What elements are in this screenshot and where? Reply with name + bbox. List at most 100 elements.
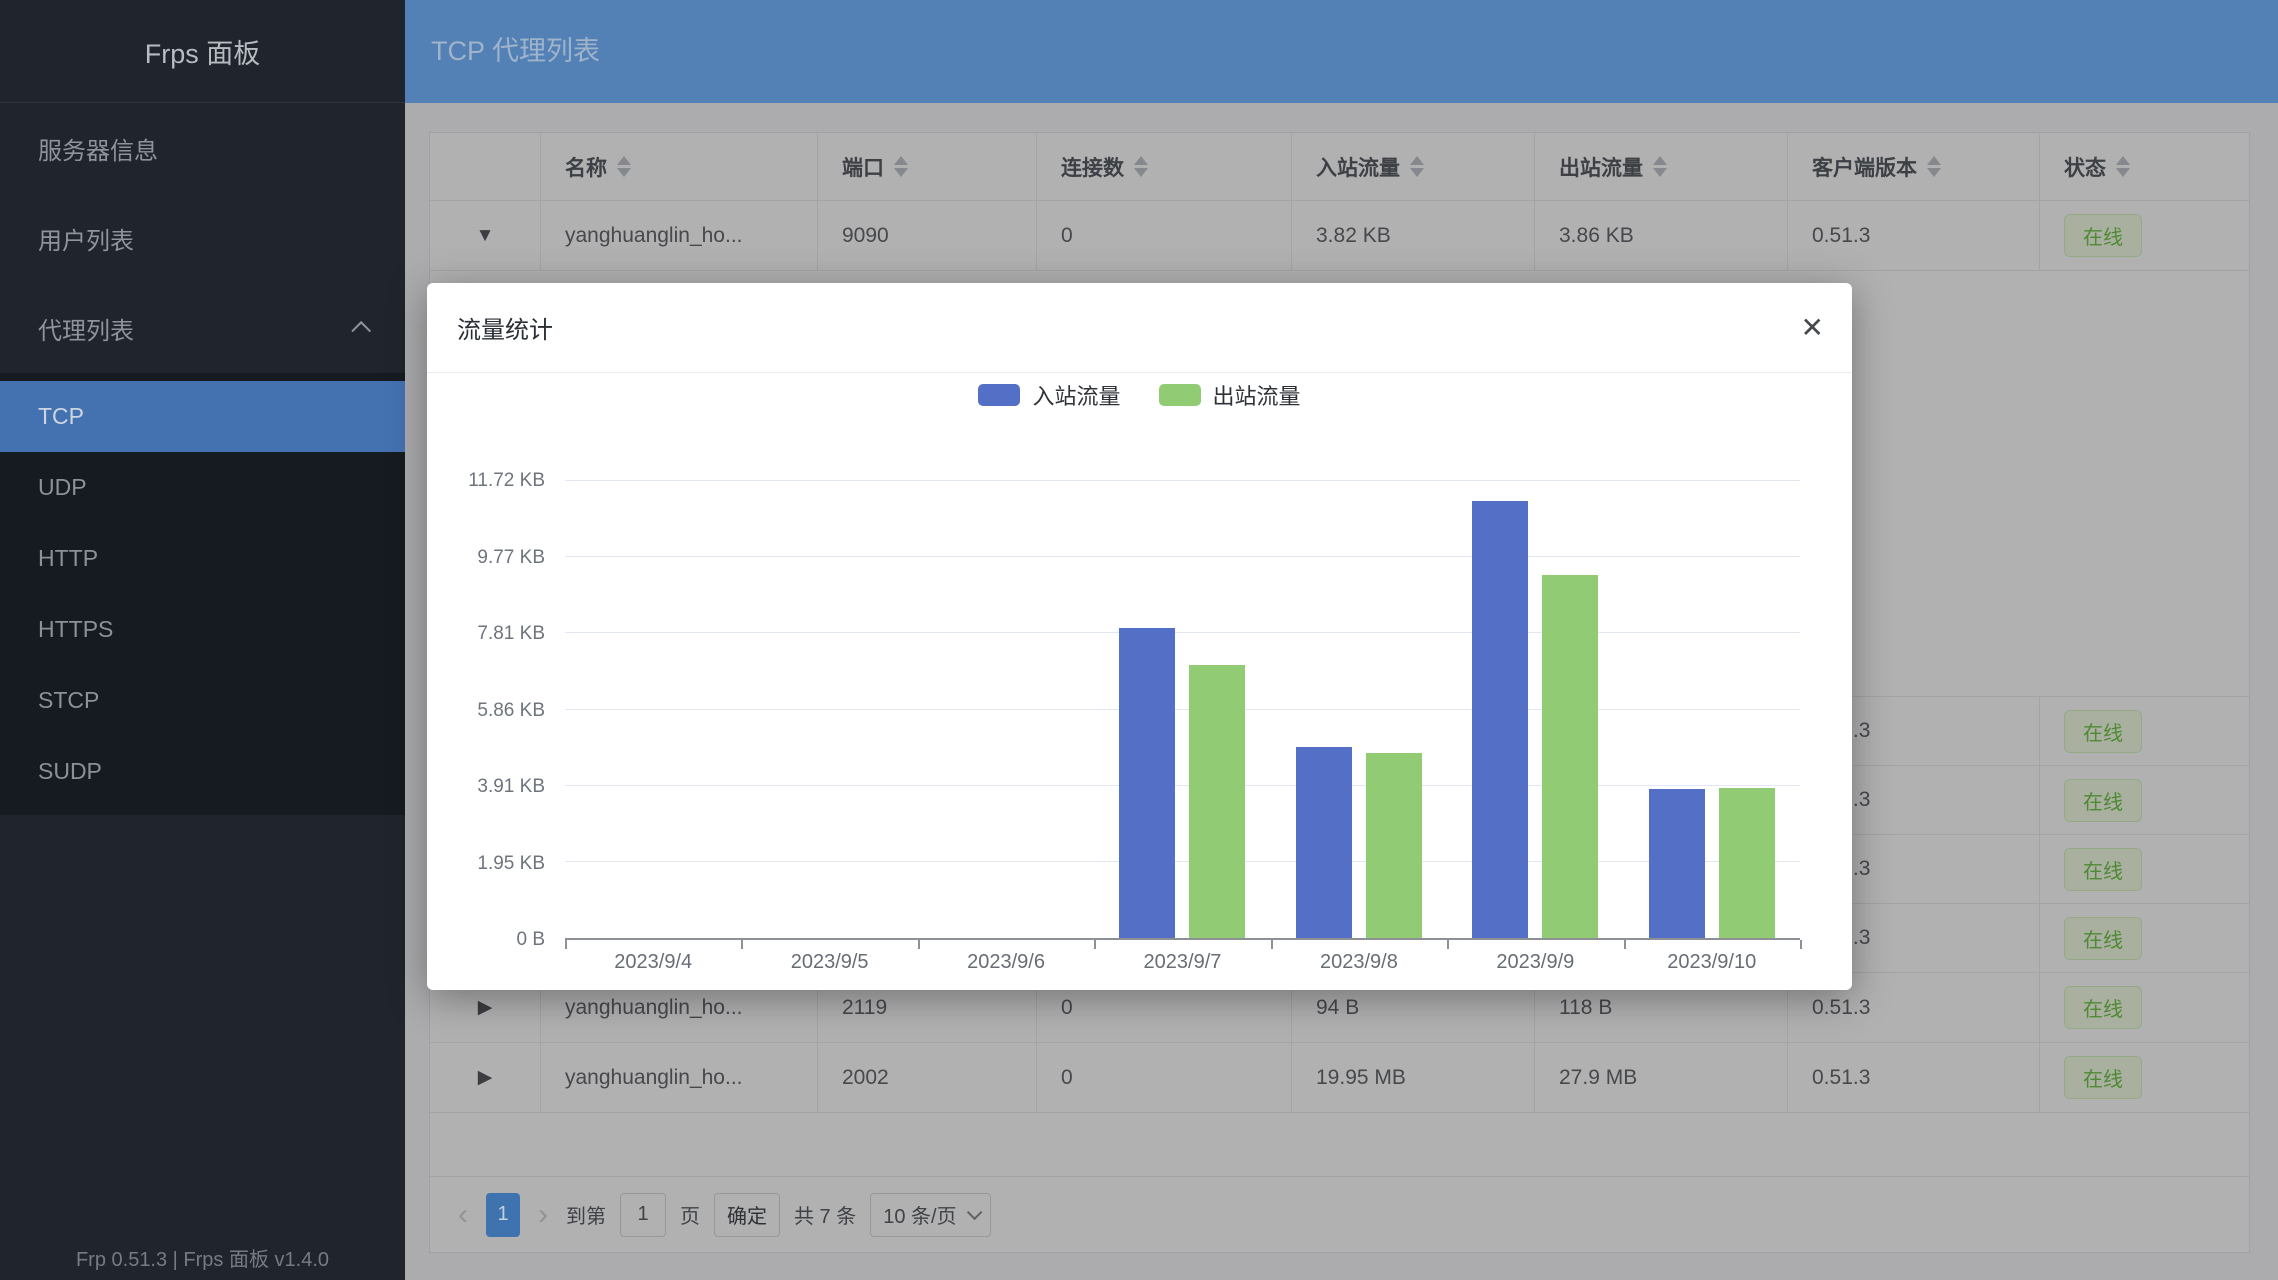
expand-row-icon[interactable]: ▶ (478, 996, 493, 1019)
x-axis-ticks (565, 940, 1800, 949)
bar-traffic-out (1366, 753, 1422, 938)
table-cell-status: 在线 (2040, 766, 2249, 834)
table-cell-traffic-in: 3.82 KB (1292, 201, 1535, 270)
status-badge: 在线 (2064, 1056, 2142, 1099)
sort-caret-icon[interactable] (2116, 156, 2130, 177)
table-header-row: 名称 端口 连接数 入站流量 出站流量 客户端版本 状态 (430, 133, 2249, 201)
column-header-connections[interactable]: 连接数 (1037, 133, 1292, 200)
table-cell-status: 在线 (2040, 1043, 2249, 1112)
table-cell-port: 9090 (818, 201, 1037, 270)
status-badge: 在线 (2064, 917, 2142, 960)
table-cell-expand: ▼ (430, 201, 541, 270)
proxy-submenu: TCP UDP HTTP HTTPS STCP SUDP (0, 373, 405, 815)
y-tick-label: 3.91 KB (477, 776, 545, 798)
status-badge: 在线 (2064, 710, 2142, 753)
sort-caret-icon[interactable] (1927, 156, 1941, 177)
dialog-title: 流量统计 (457, 310, 1801, 345)
sidebar-item-https[interactable]: HTTPS (0, 594, 405, 665)
y-tick-label: 9.77 KB (477, 547, 545, 569)
table-cell-name: yanghuanglin_ho... (541, 201, 818, 270)
column-header-status[interactable]: 状态 (2040, 133, 2249, 200)
next-page-button[interactable]: › (534, 1193, 552, 1237)
sidebar-item-udp[interactable]: UDP (0, 452, 405, 523)
sidebar-item-server-info[interactable]: 服务器信息 (0, 103, 405, 193)
bar-group (1271, 481, 1447, 938)
sort-caret-icon[interactable] (617, 156, 631, 177)
sort-caret-icon[interactable] (1653, 156, 1667, 177)
bar-traffic-in (1119, 628, 1175, 938)
column-header-traffic-out[interactable]: 出站流量 (1535, 133, 1788, 200)
x-tick-label: 2023/9/4 (565, 951, 741, 974)
bar-groups (565, 481, 1800, 938)
bar-group (1094, 481, 1270, 938)
close-icon[interactable]: ✕ (1801, 314, 1824, 342)
table-cell-traffic-out: 3.86 KB (1535, 201, 1788, 270)
version-footer: Frp 0.51.3 | Frps 面板 v1.4.0 (0, 1243, 405, 1272)
dialog-header: 流量统计 ✕ (427, 283, 1852, 373)
app-title: Frps 面板 (0, 0, 405, 103)
table-cell-status: 在线 (2040, 973, 2249, 1042)
sort-caret-icon[interactable] (894, 156, 908, 177)
traffic-stats-dialog: 流量统计 ✕ 入站流量 出站流量 0 B 1.95 KB 3.91 KB 5.8… (427, 283, 1852, 990)
expand-column-header (430, 133, 541, 200)
sidebar-item-stcp[interactable]: STCP (0, 665, 405, 736)
x-tick-label: 2023/9/6 (918, 951, 1094, 974)
bar-group (918, 481, 1094, 938)
expand-row-icon[interactable]: ▶ (478, 1066, 493, 1089)
page-size-select[interactable]: 10 条/页 (870, 1193, 990, 1237)
prev-page-button[interactable]: ‹ (454, 1193, 472, 1237)
chart-x-axis: 2023/9/4 2023/9/5 2023/9/6 2023/9/7 2023… (565, 951, 1800, 974)
legend-label: 出站流量 (1213, 379, 1301, 411)
table-row[interactable]: ▶ yanghuanglin_ho... 2002 0 19.95 MB 27.… (430, 1043, 2249, 1113)
bar-group (565, 481, 741, 938)
page-header: TCP 代理列表 (405, 0, 2278, 103)
page-size-value: 10 条/页 (883, 1200, 956, 1229)
bar-traffic-in (1472, 501, 1528, 938)
sort-caret-icon[interactable] (1134, 156, 1148, 177)
x-tick-label: 2023/9/9 (1447, 951, 1623, 974)
column-header-client-version[interactable]: 客户端版本 (1788, 133, 2040, 200)
bar-traffic-out (1189, 665, 1245, 938)
table-cell-client-version: 0.51.3 (1788, 1043, 2040, 1112)
confirm-page-button[interactable]: 确定 (714, 1193, 780, 1237)
column-header-name[interactable]: 名称 (541, 133, 818, 200)
status-badge: 在线 (2064, 214, 2142, 257)
bar-traffic-out (1542, 575, 1598, 938)
chart-y-axis: 0 B 1.95 KB 3.91 KB 5.86 KB 7.81 KB 9.77… (427, 481, 545, 940)
goto-page-input[interactable] (620, 1193, 666, 1237)
goto-page-label: 到第 (566, 1200, 606, 1229)
table-row[interactable]: ▼ yanghuanglin_ho... 9090 0 3.82 KB 3.86… (430, 201, 2249, 271)
table-cell-port: 2002 (818, 1043, 1037, 1112)
sidebar-item-proxy-list[interactable]: 代理列表 (0, 283, 405, 373)
sidebar-item-sudp[interactable]: SUDP (0, 736, 405, 807)
sidebar-item-user-list[interactable]: 用户列表 (0, 193, 405, 283)
legend-item-traffic-out[interactable]: 出站流量 (1159, 379, 1301, 411)
sidebar-item-tcp[interactable]: TCP (0, 381, 405, 452)
total-count-label: 共 7 条 (794, 1200, 856, 1229)
column-header-traffic-in[interactable]: 入站流量 (1292, 133, 1535, 200)
x-tick-label: 2023/9/8 (1271, 951, 1447, 974)
sidebar-item-http[interactable]: HTTP (0, 523, 405, 594)
table-cell-status: 在线 (2040, 697, 2249, 765)
y-tick-label: 1.95 KB (477, 853, 545, 875)
page-title: TCP 代理列表 (405, 0, 2278, 103)
sort-caret-icon[interactable] (1410, 156, 1424, 177)
status-badge: 在线 (2064, 848, 2142, 891)
bar-traffic-in (1296, 747, 1352, 938)
collapse-row-icon[interactable]: ▼ (476, 225, 495, 247)
x-tick-label: 2023/9/5 (741, 951, 917, 974)
status-badge: 在线 (2064, 779, 2142, 822)
chart-legend: 入站流量 出站流量 (427, 379, 1852, 411)
legend-label: 入站流量 (1032, 379, 1120, 411)
column-header-port[interactable]: 端口 (818, 133, 1037, 200)
legend-item-traffic-in[interactable]: 入站流量 (978, 379, 1120, 411)
sidebar: Frps 面板 服务器信息 用户列表 代理列表 TCP UDP HTTP HTT… (0, 0, 405, 1280)
current-page-button[interactable]: 1 (486, 1193, 520, 1237)
sidebar-item-label: 服务器信息 (38, 131, 158, 166)
y-tick-label: 0 B (516, 929, 545, 951)
chevron-down-icon (966, 1205, 982, 1221)
bar-traffic-out (1719, 788, 1775, 939)
pagination-bar: ‹ 1 › 到第 页 确定 共 7 条 10 条/页 (430, 1176, 2249, 1252)
table-cell-connections: 0 (1037, 1043, 1292, 1112)
table-cell-status: 在线 (2040, 904, 2249, 972)
